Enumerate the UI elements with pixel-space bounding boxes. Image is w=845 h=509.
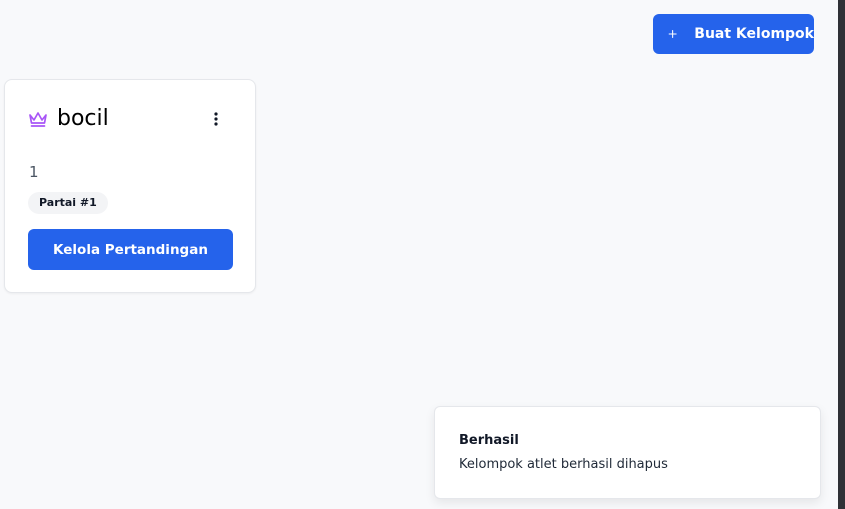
success-toast: Berhasil Kelompok atlet berhasil dihapus bbox=[434, 406, 821, 499]
window-edge bbox=[838, 0, 845, 509]
toast-title: Berhasil bbox=[459, 433, 519, 448]
more-vertical-icon[interactable] bbox=[205, 108, 227, 130]
plus-icon bbox=[668, 29, 677, 39]
match-badge: Partai #1 bbox=[28, 192, 108, 214]
group-member-count: 1 bbox=[29, 163, 39, 181]
toast-message: Kelompok atlet berhasil dihapus bbox=[459, 457, 668, 472]
crown-icon bbox=[29, 112, 47, 127]
group-name: bocil bbox=[57, 106, 109, 131]
manage-matches-button[interactable]: Kelola Pertandingan bbox=[28, 229, 233, 270]
create-group-label: Buat Kelompok bbox=[694, 26, 814, 42]
create-group-button[interactable]: Buat Kelompok bbox=[653, 14, 814, 54]
group-card: bocil 1 Partai #1 Kelola Pertandingan bbox=[4, 79, 256, 293]
